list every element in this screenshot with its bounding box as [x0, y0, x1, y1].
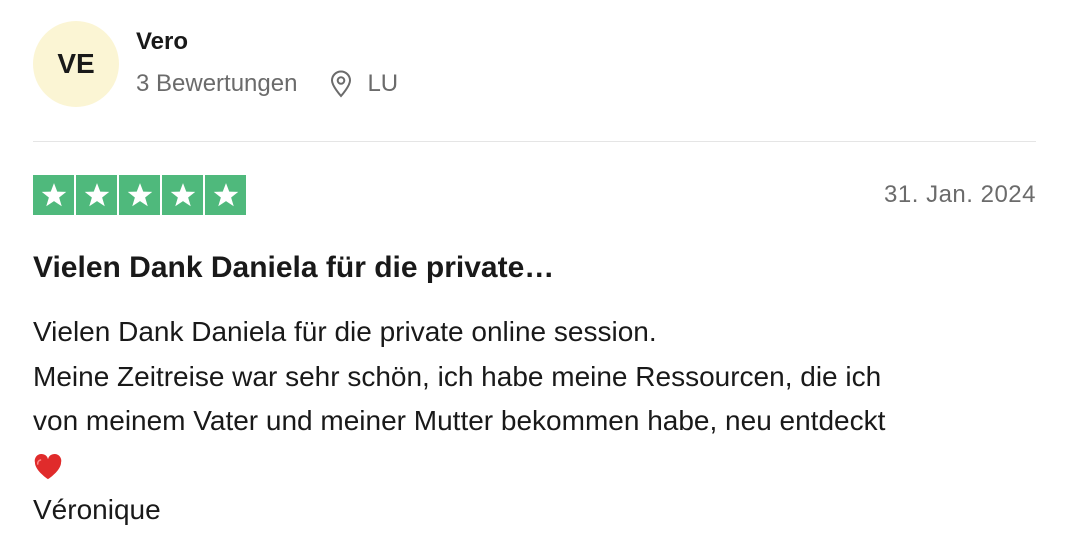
review-date: 31. Jan. 2024 — [884, 181, 1036, 208]
red-heart-icon — [33, 444, 1043, 489]
review-body-line: Meine Zeitreise war sehr schön, ich habe… — [33, 360, 882, 392]
review-body: Vielen Dank Daniela für die private onli… — [33, 310, 1043, 533]
avatar-initials: VE — [57, 48, 95, 79]
review-signature: Véronique — [33, 494, 161, 525]
reviews-count: 3 Bewertungen — [136, 70, 298, 97]
review-title[interactable]: Vielen Dank Daniela für die private… — [33, 251, 554, 285]
reviewer-meta: 3 Bewertungen LU — [136, 70, 398, 98]
location-pin-icon — [329, 70, 353, 98]
review-body-line: Vielen Dank Daniela für die private onli… — [33, 316, 657, 347]
avatar[interactable]: VE — [33, 21, 119, 107]
star-icon — [162, 175, 203, 215]
reviewer-name[interactable]: Vero — [136, 28, 188, 56]
star-rating — [33, 175, 246, 215]
star-icon — [76, 175, 117, 215]
star-icon — [33, 175, 74, 215]
star-icon — [119, 175, 160, 215]
divider — [33, 141, 1036, 142]
star-icon — [205, 175, 246, 215]
reviewer-location: LU — [367, 70, 399, 97]
review-body-line: von meinem Vater und meiner Mutter bekom… — [33, 405, 886, 436]
